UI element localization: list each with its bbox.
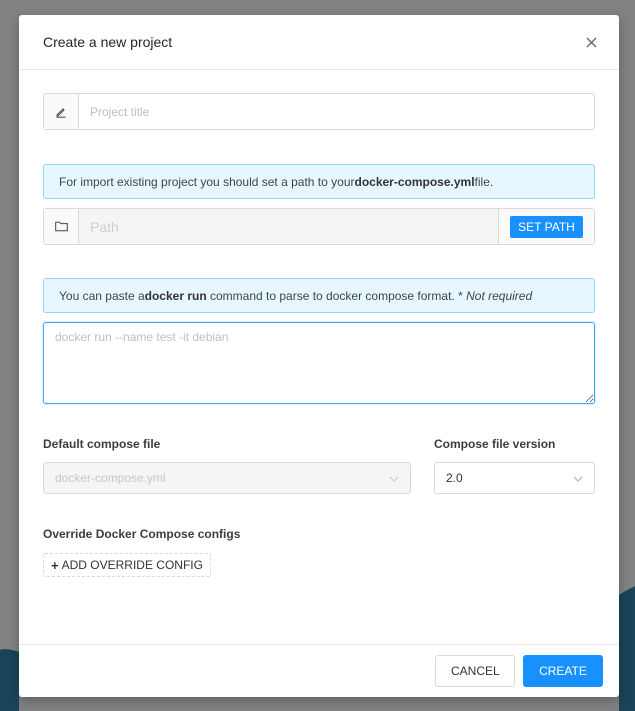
compose-version-label: Compose file version xyxy=(434,437,556,451)
default-compose-select: docker-compose.yml xyxy=(43,462,411,494)
default-compose-label: Default compose file xyxy=(43,437,161,451)
compose-version-select[interactable]: 2.0 xyxy=(434,462,595,494)
compose-version-value: 2.0 xyxy=(446,471,463,485)
add-override-config-button[interactable]: + ADD OVERRIDE CONFIG xyxy=(43,553,211,577)
add-override-config-label: ADD OVERRIDE CONFIG xyxy=(61,558,203,572)
modal-header: Create a new project xyxy=(19,15,619,70)
not-required-note: Not required xyxy=(466,288,533,303)
chevron-down-icon xyxy=(573,471,583,485)
path-input[interactable] xyxy=(79,209,498,244)
import-info-text-after: file. xyxy=(474,174,494,189)
modal-title: Create a new project xyxy=(43,34,173,50)
path-group: SET PATH xyxy=(43,208,595,245)
modal-footer: CANCEL CREATE xyxy=(19,644,619,697)
chevron-down-icon xyxy=(389,471,399,485)
docker-run-textarea[interactable] xyxy=(43,322,595,404)
create-project-modal: Create a new project For import existing… xyxy=(19,15,619,697)
override-label: Override Docker Compose configs xyxy=(43,527,241,541)
project-title-group xyxy=(43,93,595,130)
import-info-alert: For import existing project you should s… xyxy=(43,164,595,199)
project-title-input[interactable] xyxy=(79,94,594,129)
import-info-filename: docker-compose.yml xyxy=(354,174,475,189)
plus-icon: + xyxy=(51,557,59,573)
docker-run-command: docker run xyxy=(144,288,207,303)
folder-icon xyxy=(44,209,79,244)
set-path-button[interactable]: SET PATH xyxy=(510,215,583,238)
close-icon[interactable] xyxy=(581,32,601,52)
edit-icon xyxy=(44,94,79,129)
docker-run-info-alert: You can paste a docker run command to pa… xyxy=(43,278,595,313)
docker-run-info-text-after: command to parse to docker compose forma… xyxy=(206,288,467,303)
set-path-addon: SET PATH xyxy=(498,209,594,244)
cancel-button[interactable]: CANCEL xyxy=(435,655,515,687)
default-compose-value: docker-compose.yml xyxy=(55,471,166,485)
docker-run-info-text-before: You can paste a xyxy=(59,288,145,303)
import-info-text-before: For import existing project you should s… xyxy=(59,174,355,189)
create-button[interactable]: CREATE xyxy=(523,655,603,687)
